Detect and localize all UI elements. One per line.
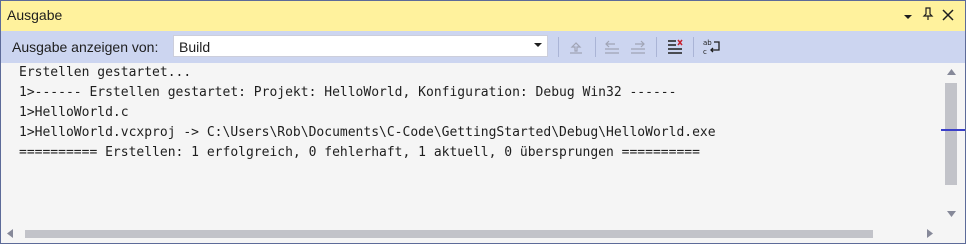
find-message-in-code-icon[interactable] xyxy=(566,37,586,57)
scroll-right-arrow-icon[interactable] xyxy=(927,229,933,240)
window-title: Ausgabe xyxy=(7,7,63,23)
pin-icon[interactable] xyxy=(919,7,937,25)
svg-text:ab: ab xyxy=(703,39,712,47)
vertical-scroll-thumb[interactable] xyxy=(945,83,957,185)
previous-message-icon[interactable] xyxy=(602,37,622,57)
scroll-up-arrow-icon[interactable] xyxy=(947,67,956,77)
toolbar-separator xyxy=(558,37,559,57)
next-message-icon[interactable] xyxy=(628,37,648,57)
scroll-down-arrow-icon[interactable] xyxy=(947,209,956,219)
toolbar-separator xyxy=(693,37,694,57)
svg-text:c: c xyxy=(703,48,707,56)
window-menu-dropdown-icon[interactable] xyxy=(899,7,917,25)
chevron-down-icon xyxy=(534,40,542,50)
output-line: 1>HelloWorld.vcxproj -> C:\Users\Rob\Doc… xyxy=(19,125,716,140)
output-line: 1>------ Erstellen gestartet: Projekt: H… xyxy=(19,85,677,100)
output-line: ========== Erstellen: 1 erfolgreich, 0 f… xyxy=(19,145,700,160)
toolbar-separator xyxy=(656,37,657,57)
output-text-area[interactable]: Erstellen gestartet... 1>------ Erstelle… xyxy=(1,63,941,225)
vertical-scrollbar[interactable] xyxy=(941,63,965,225)
output-source-dropdown[interactable]: Build xyxy=(173,35,548,57)
caret-position-marker xyxy=(941,129,965,131)
title-bar: Ausgabe xyxy=(1,1,965,31)
output-line: 1>HelloWorld.c xyxy=(19,105,129,120)
output-line: Erstellen gestartet... xyxy=(19,65,192,80)
output-toolbar: Ausgabe anzeigen von: Build ab c xyxy=(1,31,965,63)
output-window: Ausgabe Ausgabe anzeigen von: Build ab c… xyxy=(0,0,966,244)
show-output-from-label: Ausgabe anzeigen von: xyxy=(12,39,159,55)
horizontal-scroll-thumb[interactable] xyxy=(25,230,873,238)
horizontal-scrollbar[interactable] xyxy=(1,225,941,243)
word-wrap-icon[interactable]: ab c xyxy=(702,37,722,57)
close-icon[interactable] xyxy=(939,7,957,25)
toolbar-separator xyxy=(595,37,596,57)
clear-all-icon[interactable] xyxy=(665,37,685,57)
scroll-left-arrow-icon[interactable] xyxy=(7,229,13,240)
output-source-value: Build xyxy=(179,39,211,55)
